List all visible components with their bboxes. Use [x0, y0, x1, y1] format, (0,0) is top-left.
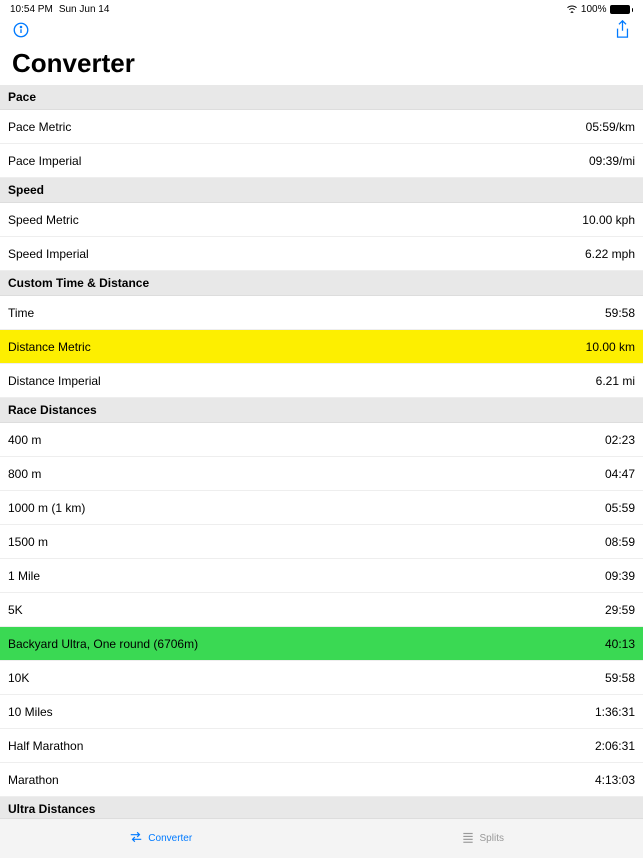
tab-splits[interactable]: Splits — [322, 819, 643, 858]
row-value: 09:39 — [605, 569, 635, 583]
list-row[interactable]: Distance Imperial 6.21 mi — [0, 364, 643, 398]
list-row[interactable]: 400 m 02:23 — [0, 423, 643, 457]
info-icon[interactable] — [12, 21, 30, 44]
list-row[interactable]: Speed Imperial 6.22 mph — [0, 237, 643, 271]
row-value: 05:59 — [605, 501, 635, 515]
row-value: 10.00 kph — [582, 213, 635, 227]
tab-converter-label: Converter — [148, 833, 192, 844]
status-date: Sun Jun 14 — [59, 4, 110, 15]
row-label: 10K — [8, 671, 29, 685]
row-label: 400 m — [8, 433, 41, 447]
list-row[interactable]: 800 m 04:47 — [0, 457, 643, 491]
row-value: 1:36:31 — [595, 705, 635, 719]
list-row[interactable]: Pace Imperial 09:39/mi — [0, 144, 643, 178]
row-label: Pace Metric — [8, 120, 71, 134]
row-value: 09:39/mi — [589, 154, 635, 168]
nav-bar — [0, 16, 643, 46]
list-row[interactable]: 1500 m 08:59 — [0, 525, 643, 559]
list-row[interactable]: Half Marathon 2:06:31 — [0, 729, 643, 763]
row-label: Distance Imperial — [8, 374, 101, 388]
row-label: Pace Imperial — [8, 154, 81, 168]
row-value: 4:13:03 — [595, 773, 635, 787]
row-value: 29:59 — [605, 603, 635, 617]
row-value: 10.00 km — [586, 340, 635, 354]
row-value: 59:58 — [605, 671, 635, 685]
list-row[interactable]: Time 59:58 — [0, 296, 643, 330]
section-header: Race Distances — [0, 398, 643, 423]
row-label: Speed Metric — [8, 213, 79, 227]
battery-icon — [610, 5, 634, 14]
row-value: 40:13 — [605, 637, 635, 651]
status-bar: 10:54 PM Sun Jun 14 100% — [0, 0, 643, 16]
section-header: Pace — [0, 85, 643, 110]
list-row[interactable]: Marathon 4:13:03 — [0, 763, 643, 797]
list-row[interactable]: 10K 59:58 — [0, 661, 643, 695]
row-label: 800 m — [8, 467, 41, 481]
tab-converter[interactable]: Converter — [0, 819, 322, 858]
content-list[interactable]: Pace Pace Metric 05:59/km Pace Imperial 09:3… — [0, 85, 643, 849]
tab-bar: Converter Splits — [0, 818, 643, 858]
list-row[interactable]: 1000 m (1 km) 05:59 — [0, 491, 643, 525]
row-label: Backyard Ultra, One round (6706m) — [8, 637, 198, 651]
row-label: Time — [8, 306, 34, 320]
row-value: 6.22 mph — [585, 247, 635, 261]
share-icon[interactable] — [614, 20, 631, 45]
row-label: Distance Metric — [8, 340, 91, 354]
tab-splits-label: Splits — [480, 833, 504, 844]
row-label: 1 Mile — [8, 569, 40, 583]
section-header: Custom Time & Distance — [0, 271, 643, 296]
row-value: 02:23 — [605, 433, 635, 447]
row-label: Speed Imperial — [8, 247, 89, 261]
row-label: 1000 m (1 km) — [8, 501, 85, 515]
row-value: 08:59 — [605, 535, 635, 549]
list-row[interactable]: 5K 29:59 — [0, 593, 643, 627]
list-row[interactable]: 10 Miles 1:36:31 — [0, 695, 643, 729]
section-header: Speed — [0, 178, 643, 203]
status-time: 10:54 PM — [10, 4, 53, 15]
list-row[interactable]: Pace Metric 05:59/km — [0, 110, 643, 144]
row-value: 04:47 — [605, 467, 635, 481]
list-row[interactable]: Distance Metric 10.00 km — [0, 330, 643, 364]
battery-percent: 100% — [581, 4, 607, 15]
row-value: 6.21 mi — [596, 374, 635, 388]
row-label: 5K — [8, 603, 23, 617]
row-value: 59:58 — [605, 306, 635, 320]
list-row[interactable]: 1 Mile 09:39 — [0, 559, 643, 593]
list-row[interactable]: Speed Metric 10.00 kph — [0, 203, 643, 237]
splits-icon — [461, 830, 475, 847]
list-row[interactable]: Backyard Ultra, One round (6706m) 40:13 — [0, 627, 643, 661]
converter-icon — [129, 830, 143, 847]
row-label: Half Marathon — [8, 739, 83, 753]
page-title: Converter — [0, 46, 643, 85]
row-label: 10 Miles — [8, 705, 53, 719]
wifi-icon — [566, 4, 578, 16]
row-value: 2:06:31 — [595, 739, 635, 753]
row-value: 05:59/km — [586, 120, 635, 134]
row-label: Marathon — [8, 773, 59, 787]
row-label: 1500 m — [8, 535, 48, 549]
